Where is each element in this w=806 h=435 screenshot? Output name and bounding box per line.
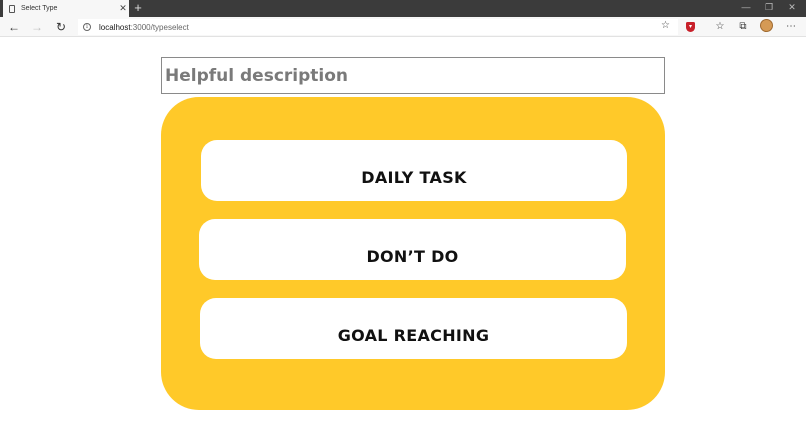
favorites-icon[interactable]: ☆ bbox=[713, 20, 727, 34]
tab-title: Select Type bbox=[21, 5, 58, 12]
back-icon[interactable]: ← bbox=[4, 17, 24, 37]
minimize-button[interactable]: — bbox=[735, 0, 757, 17]
more-icon[interactable]: ⋯ bbox=[784, 20, 798, 34]
shield-extension-icon[interactable]: ▾ bbox=[686, 22, 695, 32]
goal-reaching-button[interactable]: GOAL REACHING bbox=[200, 298, 627, 359]
browser-toolbar: ← → ↻ i localhost:3000/typeselect ☆ ▾ ☆ … bbox=[0, 17, 806, 37]
daily-task-button[interactable]: DAILY TASK bbox=[201, 140, 627, 201]
url-host: localhost bbox=[99, 22, 131, 32]
address-bar[interactable]: i localhost:3000/typeselect ☆ bbox=[78, 19, 678, 35]
new-tab-button[interactable]: + bbox=[131, 0, 145, 17]
description-field[interactable]: Helpful description bbox=[161, 57, 665, 94]
refresh-icon[interactable]: ↻ bbox=[51, 17, 71, 37]
close-window-button[interactable]: ✕ bbox=[781, 0, 803, 17]
dont-do-button[interactable]: DON’T DO bbox=[199, 219, 626, 280]
url-path: :3000/typeselect bbox=[130, 22, 189, 32]
tab-strip: Select Type ✕ + — ❐ ✕ bbox=[0, 0, 806, 17]
info-icon[interactable]: i bbox=[83, 23, 91, 31]
profile-avatar[interactable] bbox=[760, 19, 773, 32]
forward-icon[interactable]: → bbox=[27, 17, 47, 37]
star-icon[interactable]: ☆ bbox=[661, 20, 670, 31]
collections-icon[interactable]: ⧉ bbox=[736, 20, 750, 34]
tab-select-type[interactable]: Select Type ✕ bbox=[3, 0, 129, 17]
restore-button[interactable]: ❐ bbox=[758, 0, 780, 17]
tab-close-icon[interactable]: ✕ bbox=[117, 0, 129, 17]
page-icon bbox=[9, 4, 15, 13]
